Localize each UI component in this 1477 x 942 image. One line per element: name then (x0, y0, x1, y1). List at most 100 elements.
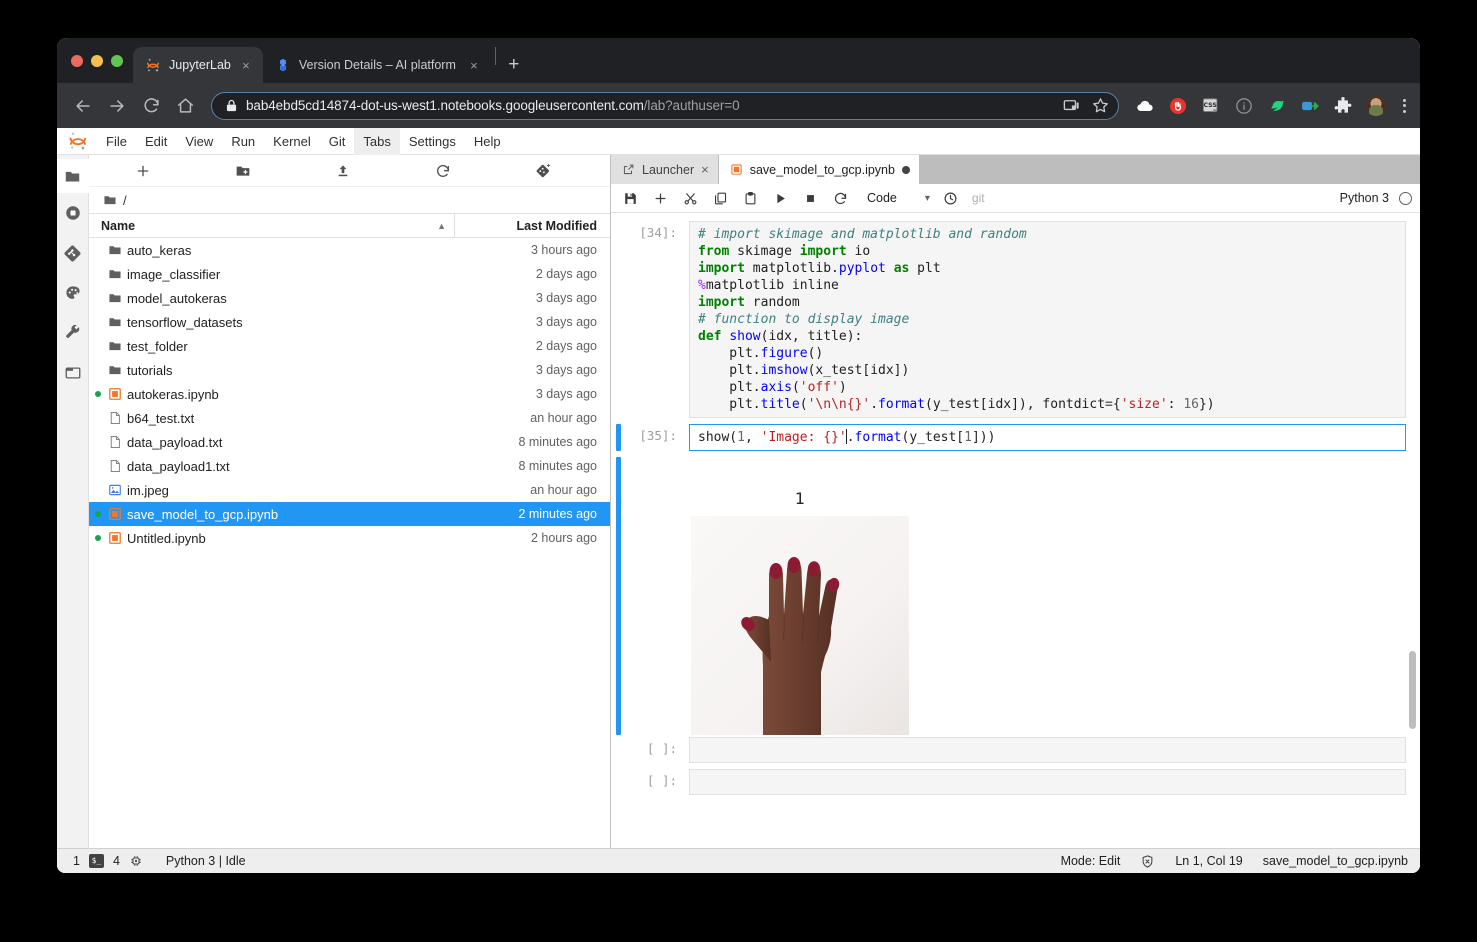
forward-button[interactable] (101, 90, 133, 122)
close-tab-button[interactable]: × (239, 59, 253, 72)
scrollbar-thumb[interactable] (1409, 651, 1416, 729)
paste-cells-button[interactable] (735, 185, 765, 211)
file-list-item[interactable]: tensorflow_datasets 3 days ago (89, 310, 610, 334)
history-button[interactable] (936, 185, 966, 211)
browser-tab-jupyterlab[interactable]: JupyterLab × (133, 47, 263, 83)
file-list-item[interactable]: auto_keras 3 hours ago (89, 238, 610, 262)
status-bar: 1 $_ 4 Python 3 | Idle Mode: Edit Ln 1, … (57, 848, 1420, 873)
puzzle-icon[interactable] (1333, 96, 1353, 116)
reload-button[interactable] (135, 90, 167, 122)
notebook-cell[interactable]: [ ]: (611, 737, 1406, 763)
menu-git[interactable]: Git (320, 128, 355, 155)
info-icon[interactable] (1234, 96, 1254, 116)
menu-tabs[interactable]: Tabs (354, 127, 400, 155)
git-indicator[interactable]: git (966, 191, 985, 205)
new-tab-button[interactable]: + (500, 51, 528, 79)
file-name: image_classifier (127, 266, 221, 282)
git-new-checkpoint-button[interactable] (493, 157, 593, 185)
file-list-item[interactable]: Untitled.ipynb 2 hours ago (89, 526, 610, 550)
file-list-item[interactable]: im.jpeg an hour ago (89, 478, 610, 502)
notebook-cell[interactable]: [ ]: (611, 769, 1406, 795)
menu-kernel[interactable]: Kernel (264, 128, 320, 155)
column-header-name[interactable]: Name ▲ (89, 214, 455, 237)
browser-tab-version-details[interactable]: Version Details – AI platform – ( × (263, 47, 491, 83)
proxy-icon[interactable] (1300, 96, 1320, 116)
kebab-menu-icon[interactable] (1399, 98, 1410, 113)
cast-icon[interactable] (1062, 96, 1081, 115)
kernel-count[interactable]: 4 (113, 854, 120, 868)
file-list-item[interactable]: b64_test.txt an hour ago (89, 406, 610, 430)
refresh-button[interactable] (393, 157, 493, 185)
stop-hand-icon[interactable] (1168, 96, 1188, 116)
file-list-item[interactable]: model_autokeras 3 days ago (89, 286, 610, 310)
upload-button[interactable] (293, 157, 393, 185)
menu-help[interactable]: Help (465, 128, 510, 155)
new-launcher-button[interactable] (93, 157, 193, 185)
address-bar[interactable]: bab4ebd5cd14874-dot-us-west1.notebooks.g… (211, 91, 1119, 120)
file-list-item[interactable]: test_folder 2 days ago (89, 334, 610, 358)
file-list-item[interactable]: image_classifier 2 days ago (89, 262, 610, 286)
star-icon[interactable] (1091, 96, 1110, 115)
breadcrumb[interactable]: / (89, 187, 610, 213)
kernel-chip-icon[interactable] (129, 854, 143, 868)
cut-cells-button[interactable] (675, 185, 705, 211)
close-tab-button[interactable]: × (467, 59, 481, 72)
terminal-icon[interactable]: $_ (88, 854, 104, 868)
cell-editor[interactable] (689, 737, 1406, 763)
insert-cell-button[interactable] (645, 185, 675, 211)
sidebar-item-extension-manager[interactable] (57, 273, 89, 313)
file-modified: 2 minutes ago (518, 507, 597, 521)
cell-editor[interactable]: show(1, 'Image: {}'.format(y_test[1])) (689, 424, 1406, 451)
notebook-cell[interactable]: [34]: # import skimage and matplotlib and… (611, 221, 1406, 418)
menu-view[interactable]: View (176, 128, 222, 155)
notebook-cell[interactable]: [35]: show(1, 'Image: {}'.format(y_test[1… (611, 424, 1406, 451)
notebook-scrollbar[interactable] (1407, 213, 1418, 848)
sidebar-item-running-terminals[interactable] (57, 193, 89, 233)
unsaved-changes-dot[interactable] (901, 165, 910, 174)
restart-kernel-button[interactable] (825, 185, 855, 211)
kernel-status-indicator[interactable] (1399, 191, 1412, 205)
menu-edit[interactable]: Edit (136, 128, 176, 155)
new-folder-button[interactable] (193, 157, 293, 185)
css-icon[interactable]: CSS (1201, 96, 1221, 116)
cell-editor[interactable] (689, 769, 1406, 795)
menu-settings[interactable]: Settings (400, 128, 465, 155)
tab-launcher[interactable]: Launcher × (611, 155, 719, 184)
copy-cells-button[interactable] (705, 185, 735, 211)
avatar[interactable] (1366, 95, 1386, 116)
git-plus-icon (536, 163, 550, 178)
close-window-button[interactable] (71, 54, 83, 67)
file-list-item[interactable]: data_payload1.txt 8 minutes ago (89, 454, 610, 478)
column-header-last-modified[interactable]: Last Modified (455, 219, 610, 233)
run-cell-button[interactable] (765, 185, 795, 211)
figure-title: 1 (794, 489, 806, 508)
back-button[interactable] (67, 90, 99, 122)
maximize-window-button[interactable] (111, 54, 123, 67)
cell-editor[interactable]: # import skimage and matplotlib and rand… (689, 221, 1406, 418)
file-list-item[interactable]: autokeras.ipynb 3 days ago (89, 382, 610, 406)
menu-file[interactable]: File (97, 128, 136, 155)
matplotlib-figure: 1 (691, 457, 909, 735)
sidebar-item-property-inspector[interactable] (57, 313, 89, 353)
home-button[interactable] (169, 90, 201, 122)
sidebar-item-open-tabs[interactable] (57, 353, 89, 393)
file-list-item[interactable]: data_payload.txt 8 minutes ago (89, 430, 610, 454)
file-list-item[interactable]: save_model_to_gcp.ipynb 2 minutes ago (89, 502, 610, 526)
terminal-count[interactable]: 1 (73, 854, 80, 868)
save-button[interactable] (615, 185, 645, 211)
file-list-item[interactable]: tutorials 3 days ago (89, 358, 610, 382)
bird-icon[interactable] (1267, 96, 1287, 116)
cloud-icon[interactable] (1135, 96, 1155, 116)
editor-mode[interactable]: Mode: Edit (1061, 854, 1121, 868)
interrupt-kernel-button[interactable] (795, 185, 825, 211)
trust-shield-icon[interactable] (1140, 854, 1155, 869)
cell-type-select[interactable]: Code ▾ (855, 186, 936, 210)
kernel-name-label[interactable]: Python 3 (1340, 191, 1399, 205)
cursor-position[interactable]: Ln 1, Col 19 (1175, 854, 1242, 868)
sidebar-item-file-browser[interactable] (57, 159, 89, 193)
tab-save-model-to-gcp[interactable]: save_model_to_gcp.ipynb (718, 155, 920, 184)
minimize-window-button[interactable] (91, 54, 103, 67)
sidebar-item-git[interactable] (57, 233, 89, 273)
close-tab-button[interactable]: × (701, 162, 709, 177)
menu-run[interactable]: Run (222, 128, 264, 155)
